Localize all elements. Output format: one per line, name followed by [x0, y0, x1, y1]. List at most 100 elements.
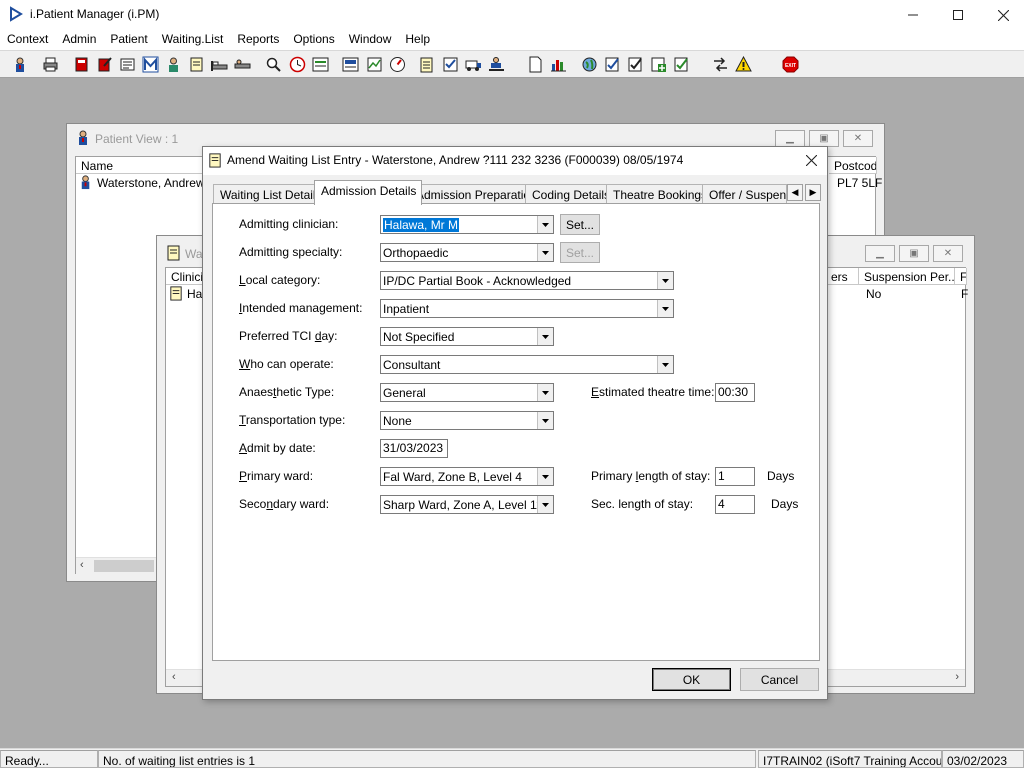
tab-scroll-right-button[interactable]: ▶ [805, 184, 821, 201]
chevron-down-icon[interactable] [537, 216, 553, 233]
pv-close-button[interactable]: ✕ [843, 130, 873, 147]
search-icon[interactable] [263, 54, 284, 75]
set-clinician-button[interactable]: Set... [560, 214, 600, 235]
bar-chart-icon[interactable] [548, 54, 569, 75]
primary-length-of-stay-input[interactable]: 1 [715, 467, 755, 486]
primary-ward-select[interactable]: Fal Ward, Zone B, Level 4 [380, 467, 554, 486]
page-icon[interactable] [525, 54, 546, 75]
cancel-button[interactable]: Cancel [740, 668, 819, 691]
tab-coding-details[interactable]: Coding Details [525, 184, 617, 204]
wl-minimize-button[interactable]: ▁ [865, 245, 895, 262]
chevron-down-icon[interactable] [537, 244, 553, 261]
estimated-theatre-time-input[interactable]: 00:30 [715, 383, 755, 402]
scroll-right-icon[interactable]: › [955, 671, 959, 683]
chevron-down-icon[interactable] [537, 384, 553, 401]
globe-icon[interactable] [579, 54, 600, 75]
column-header-name[interactable]: Name [76, 157, 206, 174]
menu-help[interactable]: Help [398, 30, 437, 50]
book-icon[interactable] [71, 54, 92, 75]
chevron-down-icon[interactable] [537, 328, 553, 345]
admitting-specialty-select[interactable]: Orthopaedic [380, 243, 554, 262]
add-form-icon[interactable] [648, 54, 669, 75]
column-header-f[interactable]: F [955, 268, 967, 285]
intended-management-select[interactable]: Inpatient [380, 299, 674, 318]
restore-icon: ▣ [819, 133, 829, 144]
checklist-icon[interactable] [440, 54, 461, 75]
admit-by-date-input[interactable]: 31/03/2023 [380, 439, 448, 458]
doc-chart-icon[interactable] [364, 54, 385, 75]
who-can-operate-label: Who can operate: [239, 357, 334, 371]
estimated-theatre-time-label: Estimated theatre time: [591, 385, 715, 399]
preferred-tci-day-select[interactable]: Not Specified [380, 327, 554, 346]
printer-icon[interactable] [40, 54, 61, 75]
tab-waiting-list-details[interactable]: Waiting List Details [213, 184, 328, 204]
bed-alt-icon[interactable] [232, 54, 253, 75]
who-can-operate-select[interactable]: Consultant [380, 355, 674, 374]
admitting-clinician-select[interactable]: Halawa, Mr M [380, 215, 554, 234]
maximize-icon [953, 10, 963, 20]
status-entries: No. of waiting list entries is 1 [98, 750, 756, 768]
form-icon[interactable] [117, 54, 138, 75]
anaesthetic-type-select[interactable]: General [380, 383, 554, 402]
scroll-left-icon[interactable]: ‹ [172, 671, 176, 683]
ambulance-icon[interactable] [463, 54, 484, 75]
close-app-button[interactable] [980, 0, 1024, 30]
dialog-close-button[interactable] [801, 150, 821, 170]
menu-waiting-list[interactable]: Waiting.List [155, 30, 231, 50]
chevron-down-icon[interactable] [537, 496, 553, 513]
chevron-down-icon[interactable] [657, 356, 673, 373]
column-header-ers[interactable]: ers [826, 268, 859, 285]
tab-scroll-left-button[interactable]: ◀ [787, 184, 803, 201]
menu-context[interactable]: Context [0, 30, 55, 50]
warning-icon[interactable] [733, 54, 754, 75]
transportation-type-select[interactable]: None [380, 411, 554, 430]
minimize-button[interactable] [890, 0, 936, 30]
bed-icon[interactable] [209, 54, 230, 75]
who-can-operate-value: Consultant [383, 358, 441, 372]
pv-restore-button[interactable]: ▣ [809, 130, 839, 147]
edit-book-icon[interactable] [94, 54, 115, 75]
menu-options[interactable]: Options [286, 30, 341, 50]
scroll-thumb[interactable] [94, 560, 154, 572]
tab-admission-details[interactable]: Admission Details [314, 180, 423, 205]
doctor-icon[interactable] [163, 54, 184, 75]
exit-icon[interactable]: EXIT [780, 54, 801, 75]
wl-restore-button[interactable]: ▣ [899, 245, 929, 262]
column-header-suspension[interactable]: Suspension Per... [859, 268, 955, 285]
add-form-green-icon[interactable] [671, 54, 692, 75]
chevron-down-icon[interactable] [657, 300, 673, 317]
list-icon[interactable] [310, 54, 331, 75]
m-letter-icon[interactable] [140, 54, 161, 75]
secondary-ward-select[interactable]: Sharp Ward, Zone A, Level 11 [380, 495, 554, 514]
chevron-down-icon[interactable] [537, 468, 553, 485]
menu-patient[interactable]: Patient [103, 30, 154, 50]
local-category-select[interactable]: IP/DC Partial Book - Acknowledged [380, 271, 674, 290]
tab-offer-suspend[interactable]: Offer / Suspend [702, 184, 787, 204]
scroll-left-icon[interactable]: ‹ [80, 559, 84, 571]
tab-admission-preparation[interactable]: Admission Preparation [409, 184, 543, 204]
maximize-button[interactable] [935, 0, 981, 30]
primary-length-unit: Days [767, 469, 795, 483]
notes-icon[interactable] [186, 54, 207, 75]
ok-button[interactable]: OK [652, 668, 731, 691]
chevron-down-icon[interactable] [537, 412, 553, 429]
column-header-postcode[interactable]: Postcod [829, 157, 877, 174]
wl-close-button[interactable]: ✕ [933, 245, 963, 262]
menu-admin[interactable]: Admin [55, 30, 103, 50]
stretcher-icon[interactable] [486, 54, 507, 75]
chart-icon[interactable] [340, 54, 361, 75]
pv-minimize-button[interactable]: ▁ [775, 130, 805, 147]
check-form-icon[interactable] [602, 54, 623, 75]
menu-reports[interactable]: Reports [230, 30, 286, 50]
menu-window[interactable]: Window [342, 30, 399, 50]
gauge-icon[interactable] [387, 54, 408, 75]
sec-length-of-stay-input[interactable]: 4 [715, 495, 755, 514]
check-form-alt-icon[interactable] [625, 54, 646, 75]
patient-icon[interactable] [10, 54, 31, 75]
patient-name-cell[interactable]: Waterstone, Andrew [97, 176, 205, 190]
clock-icon[interactable] [287, 54, 308, 75]
tab-theatre-bookings[interactable]: Theatre Bookings [606, 184, 714, 204]
chevron-down-icon[interactable] [657, 272, 673, 289]
clipboard-icon[interactable] [416, 54, 437, 75]
swap-icon[interactable] [710, 54, 731, 75]
